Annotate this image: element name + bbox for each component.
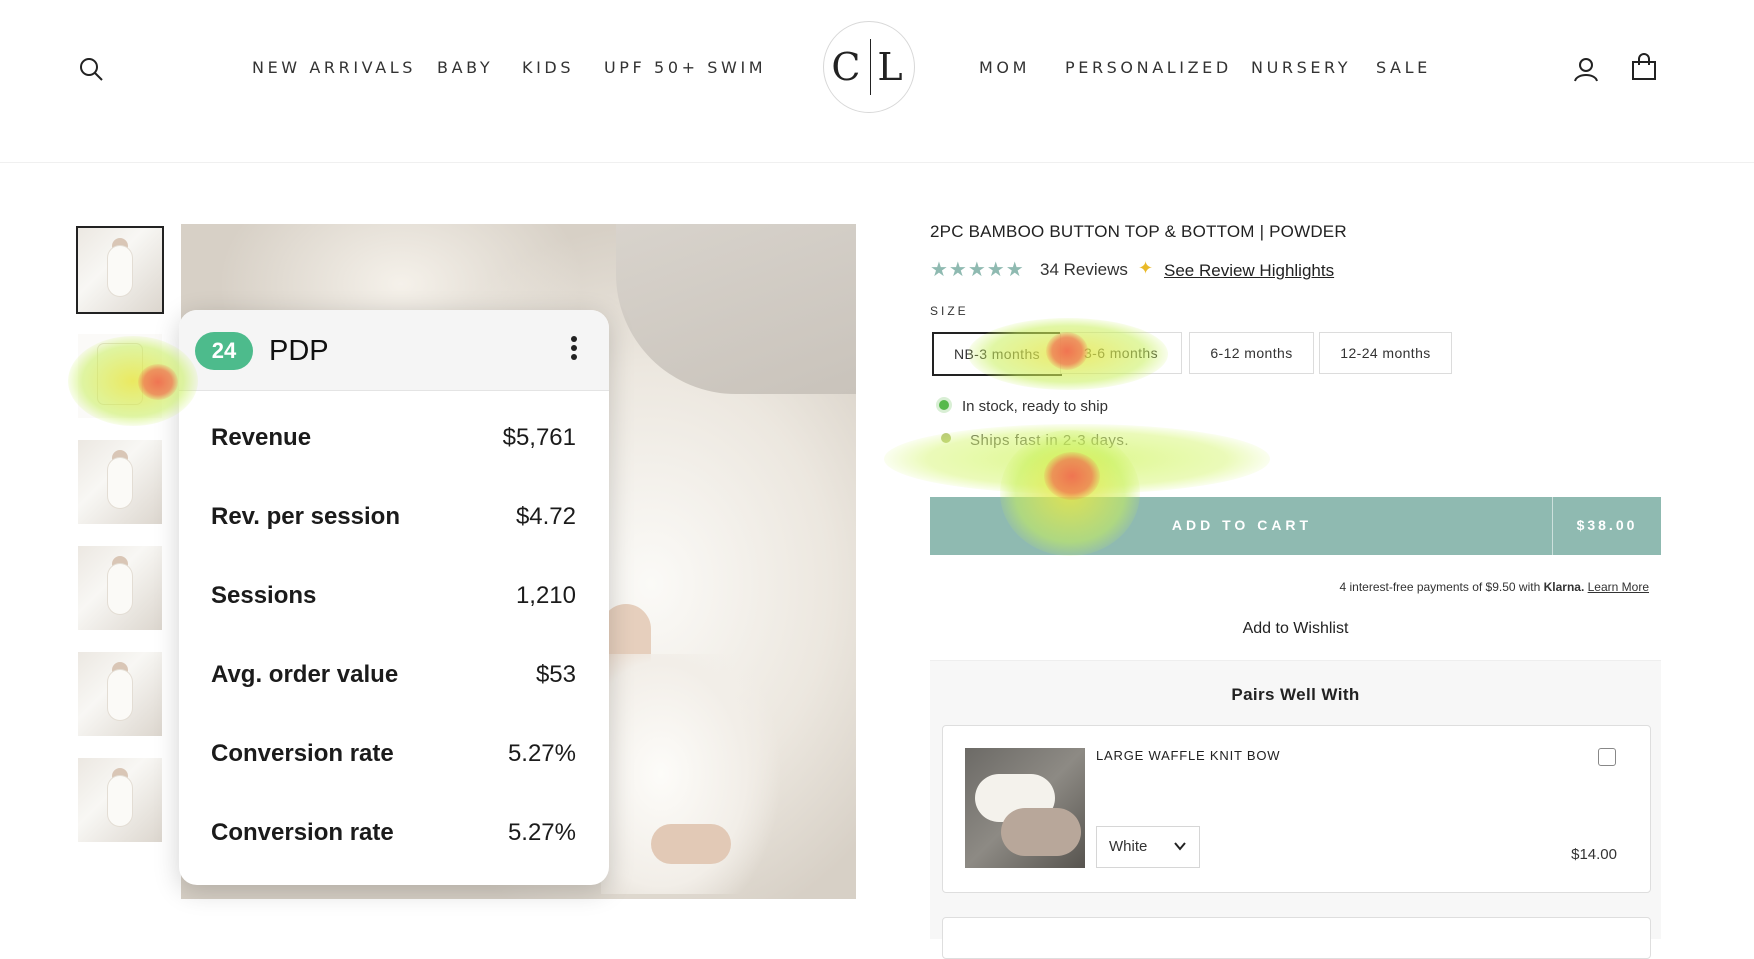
logo-divider	[870, 39, 872, 95]
product-thumbnail[interactable]	[78, 334, 162, 418]
pairs-well-with-section: Pairs Well With LARGE WAFFLE KNIT BOW Wh…	[930, 660, 1661, 959]
product-thumbnail[interactable]	[78, 546, 162, 630]
size-option-6-12[interactable]: 6-12 months	[1189, 332, 1314, 374]
metric-value: 5.27%	[507, 740, 576, 767]
nav-sale[interactable]: SALE	[1376, 58, 1431, 77]
photo-sofa	[616, 224, 856, 394]
account-icon[interactable]	[1573, 56, 1599, 82]
metric-label: Avg. order value	[211, 661, 399, 688]
metric-label: Revenue	[211, 424, 312, 451]
add-to-cart-button[interactable]: ADD TO CART $38.00	[930, 497, 1661, 555]
pairs-title: Pairs Well With	[1231, 685, 1360, 704]
nav-nursery[interactable]: NURSERY	[1251, 58, 1351, 77]
metric-row: Revenue $5,761	[211, 418, 576, 458]
in-stock-indicator-icon	[939, 400, 949, 410]
photo-baby-foot	[651, 824, 731, 864]
product-thumbnail[interactable]	[78, 758, 162, 842]
heatmap-blob	[1044, 452, 1100, 500]
nav-mom[interactable]: MOM	[979, 58, 1030, 77]
pdp-metrics-card: 24 PDP Revenue $5,761 Rev. per session $…	[179, 310, 609, 885]
baby-body	[108, 564, 132, 614]
shipping-info: Ships fast in 2-3 days.	[970, 432, 1130, 449]
baby-body	[108, 670, 132, 720]
metric-label: Conversion rate	[211, 819, 394, 846]
metric-value: 5.27%	[507, 819, 576, 846]
product-thumbnail[interactable]	[78, 440, 162, 524]
metric-label: Conversion rate	[211, 740, 394, 767]
baby-body	[108, 246, 132, 296]
garment-shape	[98, 344, 142, 404]
metric-value: 1,210	[515, 582, 576, 609]
metric-row: Rev. per session $4.72	[211, 497, 576, 537]
size-option-nb-3[interactable]: NB-3 months	[932, 332, 1062, 376]
nav-personalized[interactable]: PERSONALIZED	[1065, 58, 1232, 77]
upsell-item-price: $14.00	[1571, 846, 1617, 863]
product-thumbnail[interactable]	[78, 652, 162, 736]
product-thumbnail[interactable]	[76, 226, 164, 314]
metric-label: Sessions	[211, 582, 317, 609]
upsell-variant-value: White	[1109, 838, 1148, 855]
add-to-wishlist-link[interactable]: Add to Wishlist	[930, 620, 1661, 638]
nav-kids[interactable]: KIDS	[522, 58, 574, 77]
logo-letter-c: C	[831, 45, 865, 89]
upsell-variant-select[interactable]: White	[1096, 826, 1200, 868]
more-options-icon[interactable]	[569, 334, 579, 364]
size-label: SIZE	[930, 304, 969, 318]
klarna-installments: 4 interest-free payments of $9.50 with K…	[1339, 580, 1649, 594]
product-price: $38.00	[1576, 517, 1638, 533]
size-option-3-6[interactable]: 3-6 months	[1060, 332, 1182, 374]
upsell-item-image[interactable]	[965, 748, 1085, 868]
klarna-learn-more-link[interactable]: Learn More	[1588, 580, 1649, 594]
page-rank-badge: 24	[195, 332, 253, 370]
metric-row: Conversion rate 5.27%	[211, 813, 576, 853]
upsell-item-name[interactable]: LARGE WAFFLE KNIT BOW	[1096, 748, 1280, 763]
add-to-cart-label: ADD TO CART	[1171, 517, 1313, 533]
cart-icon[interactable]	[1631, 53, 1657, 81]
size-option-12-24[interactable]: 12-24 months	[1319, 332, 1452, 374]
metric-value: $5,761	[502, 424, 576, 451]
rating-stars-icon[interactable]: ★★★★★	[930, 257, 1025, 282]
shipping-indicator-icon	[941, 433, 951, 443]
site-header: NEW ARRIVALS BABY KIDS UPF 50+ SWIM C L …	[0, 0, 1754, 163]
metric-row: Sessions 1,210	[211, 576, 576, 616]
review-count[interactable]: 34 Reviews	[1040, 260, 1128, 280]
chevron-down-icon	[1174, 842, 1186, 851]
klarna-text: 4 interest-free payments of $9.50 with	[1339, 580, 1541, 594]
nav-baby[interactable]: BABY	[437, 58, 493, 77]
metric-value: $4.72	[515, 503, 576, 530]
nav-upf-swim[interactable]: UPF 50+ SWIM	[604, 58, 766, 77]
product-title: 2PC BAMBOO BUTTON TOP & BOTTOM | POWDER	[930, 222, 1347, 241]
metric-label: Rev. per session	[211, 503, 400, 530]
metric-row: Avg. order value $53	[211, 655, 576, 695]
bow-tan	[1001, 808, 1081, 856]
upsell-item	[942, 917, 1651, 959]
card-header: 24 PDP	[179, 310, 609, 391]
nav-new-arrivals[interactable]: NEW ARRIVALS	[252, 58, 416, 77]
review-highlights-link[interactable]: See Review Highlights	[1164, 261, 1334, 281]
metric-value: $53	[535, 661, 576, 688]
sparkle-icon: ✦	[1138, 258, 1154, 278]
stock-status: In stock, ready to ship	[962, 398, 1108, 415]
search-icon[interactable]	[78, 56, 104, 82]
baby-body	[108, 776, 132, 826]
upsell-item-checkbox[interactable]	[1598, 748, 1616, 766]
baby-body	[108, 458, 132, 508]
card-title: PDP	[269, 335, 329, 367]
logo-letter-l: L	[877, 45, 907, 89]
site-logo[interactable]: C L	[823, 21, 915, 113]
upsell-item: LARGE WAFFLE KNIT BOW White $14.00	[942, 725, 1651, 893]
metric-row: Conversion rate 5.27%	[211, 734, 576, 774]
klarna-brand: Klarna.	[1543, 580, 1585, 594]
